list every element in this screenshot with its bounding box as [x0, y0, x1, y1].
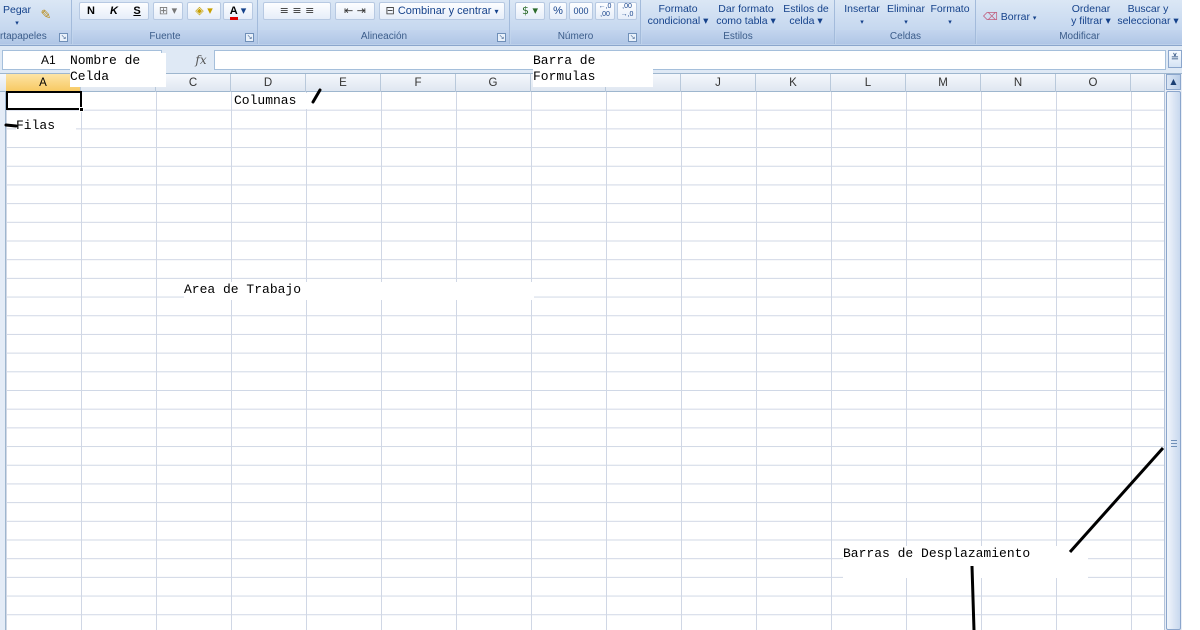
- group-modificar: ⌫ Borrar ▾ Ordenar y filtrar ▾ Buscar y …: [977, 0, 1182, 44]
- borders-button[interactable]: ⊞ ▾: [153, 2, 183, 20]
- annotation-filas: Filas: [16, 118, 76, 146]
- window-edge: [1182, 0, 1200, 630]
- align-buttons[interactable]: ≡ ≡ ≡: [263, 2, 331, 20]
- insert-function-icon[interactable]: fx: [190, 50, 212, 70]
- annotation-barras-desplazamiento: Barras de Desplazamiento: [843, 546, 1088, 578]
- column-header-c[interactable]: C: [156, 74, 231, 92]
- italic-button[interactable]: K: [104, 3, 124, 19]
- group-portapapeles: Pegar ▾ ✎ rtapapeles ↘: [0, 0, 72, 44]
- group-estilos: Formato condicional ▾ Dar formato como t…: [642, 0, 835, 44]
- annotation-barra-formulas: Barra de Formulas: [533, 53, 653, 87]
- name-box-value: A1: [41, 53, 56, 67]
- delete-button[interactable]: Eliminar ▾: [884, 3, 928, 28]
- dialog-launcher-icon[interactable]: ↘: [59, 33, 68, 42]
- dialog-launcher-icon[interactable]: ↘: [497, 33, 506, 42]
- column-header-n[interactable]: N: [981, 74, 1056, 92]
- group-label-estilos: Estilos: [642, 30, 834, 44]
- underline-button[interactable]: S: [127, 3, 147, 19]
- font-style-buttons: N K S: [79, 2, 149, 20]
- column-header-k[interactable]: K: [756, 74, 831, 92]
- active-cell[interactable]: [6, 91, 82, 110]
- percent-button[interactable]: %: [549, 2, 567, 20]
- fill-color-button[interactable]: ◈ ▾: [187, 2, 221, 20]
- scroll-thumb[interactable]: [1166, 91, 1181, 630]
- merge-center-button[interactable]: ⊟ Combinar y centrar ▾: [379, 2, 505, 20]
- column-header-f[interactable]: F: [381, 74, 456, 92]
- indent-buttons[interactable]: ⇤ ⇥: [335, 2, 375, 20]
- group-celdas: Insertar ▾ Eliminar ▾ Formato ▾ Celdas: [836, 0, 976, 44]
- fill-handle[interactable]: [79, 107, 84, 112]
- decrease-decimals-button[interactable]: ,00 →,0: [617, 2, 637, 20]
- cell-styles-button[interactable]: Estilos de celda ▾: [780, 3, 832, 27]
- group-label-celdas: Celdas: [836, 30, 975, 44]
- group-numero: $ ▾ % 000 ←,0 ,00 ,00 →,0 Número ↘: [511, 0, 641, 44]
- column-header-j[interactable]: J: [681, 74, 756, 92]
- annotation-area-trabajo: Area de Trabajo: [184, 282, 534, 300]
- merge-icon: ⊟: [385, 4, 395, 17]
- scroll-up-icon[interactable]: ▲: [1166, 74, 1181, 90]
- group-label-modificar: Modificar: [977, 30, 1182, 44]
- bold-button[interactable]: N: [81, 3, 101, 19]
- expand-formula-bar-button[interactable]: ≚: [1168, 50, 1182, 68]
- dialog-launcher-icon[interactable]: ↘: [628, 33, 637, 42]
- thousands-button[interactable]: 000: [569, 2, 593, 20]
- group-fuente: N K S ⊞ ▾ ◈ ▾ A ▾ Fuente ↘: [73, 0, 258, 44]
- grip-icon: [1171, 440, 1177, 447]
- annotation-columnas: Columnas: [234, 93, 312, 109]
- eraser-icon: ⌫: [983, 11, 998, 23]
- column-header-g[interactable]: G: [456, 74, 531, 92]
- chevron-down-icon: ▾: [15, 19, 19, 27]
- chevron-down-icon: ▾: [494, 7, 499, 16]
- annotation-nombre-celda: Nombre de Celda: [70, 53, 166, 87]
- dialog-launcher-icon[interactable]: ↘: [245, 33, 254, 42]
- column-header-m[interactable]: M: [906, 74, 981, 92]
- merge-label: Combinar y centrar: [397, 5, 492, 17]
- column-header-l[interactable]: L: [831, 74, 906, 92]
- column-header-e[interactable]: E: [306, 74, 381, 92]
- format-painter-icon[interactable]: ✎: [38, 9, 54, 22]
- sort-filter-button[interactable]: Ordenar y filtrar ▾: [1061, 3, 1121, 27]
- clear-button[interactable]: ⌫ Borrar ▾: [983, 11, 1045, 24]
- column-header-d[interactable]: D: [231, 74, 306, 92]
- insert-button[interactable]: Insertar ▾: [840, 3, 884, 28]
- paste-label: Pegar: [2, 4, 32, 16]
- format-as-table-button[interactable]: Dar formato como tabla ▾: [714, 3, 778, 27]
- find-select-button[interactable]: Buscar y seleccionar ▾: [1117, 3, 1179, 27]
- currency-button[interactable]: $ ▾: [515, 2, 545, 20]
- column-header-o[interactable]: O: [1056, 74, 1131, 92]
- vertical-scrollbar[interactable]: ▲: [1164, 74, 1182, 630]
- group-label-fuente: Fuente: [73, 30, 257, 44]
- formula-input[interactable]: [214, 50, 1166, 70]
- format-button[interactable]: Formato ▾: [928, 3, 972, 28]
- group-label-alineacion: Alineación: [259, 30, 509, 44]
- paste-button[interactable]: Pegar ▾: [2, 4, 32, 29]
- ribbon: Pegar ▾ ✎ rtapapeles ↘ N K S ⊞ ▾ ◈ ▾ A ▾…: [0, 0, 1200, 46]
- group-label-numero: Número: [511, 30, 640, 44]
- group-alineacion: ≡ ≡ ≡ ⇤ ⇥ ⊟ Combinar y centrar ▾ Alineac…: [259, 0, 510, 44]
- conditional-format-button[interactable]: Formato condicional ▾: [646, 3, 710, 27]
- font-color-button[interactable]: A ▾: [223, 2, 253, 20]
- increase-decimals-button[interactable]: ←,0 ,00: [595, 2, 615, 20]
